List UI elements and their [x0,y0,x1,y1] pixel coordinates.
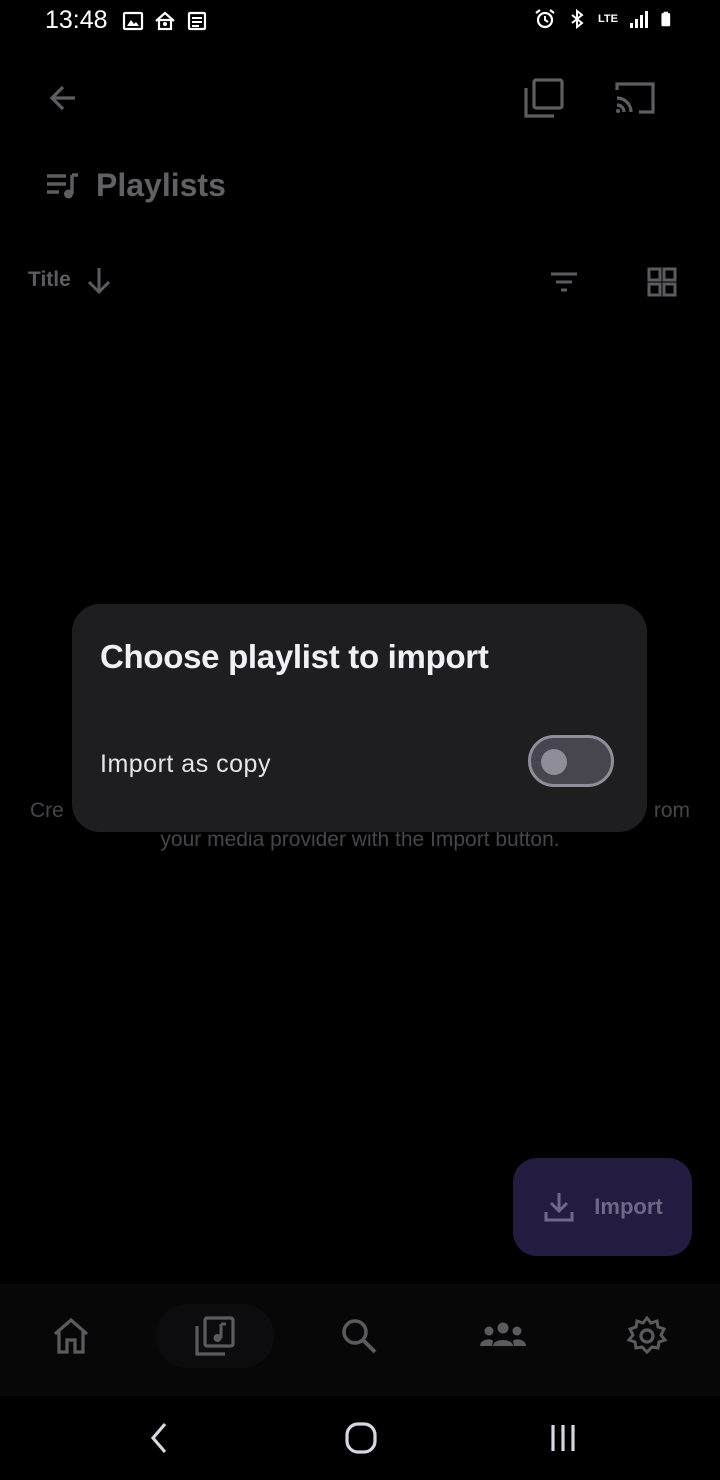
nav-home[interactable] [12,1304,130,1368]
nav-library[interactable] [156,1304,274,1368]
copy-button[interactable] [516,70,572,126]
filter-button[interactable] [546,264,582,305]
empty-state-line1-left: Cre [30,799,64,822]
arrow-back-icon [49,85,75,111]
status-bar: 13:48 LTE [0,0,720,42]
battery-icon [661,11,671,27]
download-icon [544,1193,574,1222]
cast-button[interactable] [607,70,663,126]
import-as-copy-label: Import as copy [100,750,271,778]
chevron-left-icon [150,1422,167,1454]
alarm-icon [535,9,555,29]
status-right-icons: LTE [534,8,676,30]
nav-settings[interactable] [588,1304,706,1368]
back-button[interactable] [35,70,91,126]
lte-icon: LTE [598,12,618,25]
system-home-button[interactable] [331,1414,391,1462]
arrow-down-icon[interactable] [84,264,114,298]
signal-icon [630,11,648,28]
filter-icon [551,272,577,292]
import-dialog: Choose playlist to import Import as copy [72,604,647,832]
section-header: Playlists [44,160,226,210]
view-toggle-button[interactable] [644,264,680,305]
home-icon [53,1317,89,1354]
news-icon [187,11,207,31]
home-sensor-icon [155,11,175,31]
app-bar [0,60,720,140]
bottom-nav [0,1284,720,1396]
import-button[interactable]: Import [513,1158,692,1256]
playlist-icon [47,173,78,199]
empty-state-line1-right: rom [653,799,690,822]
gear-icon [626,1315,668,1355]
status-time: 13:48 [45,6,108,34]
status-left-icons [122,10,208,32]
cast-icon [615,82,655,114]
recents-icon [551,1425,575,1451]
grid-view-icon [647,267,677,297]
toggle-knob [541,749,567,775]
sort-button[interactable]: Title [28,268,71,292]
home-circle-icon [345,1422,377,1454]
system-nav-bar [0,1396,720,1480]
search-icon [342,1319,377,1354]
import-as-copy-toggle[interactable] [528,735,614,787]
system-back-button[interactable] [130,1414,190,1462]
music-library-icon [195,1316,235,1356]
image-icon [122,11,144,31]
people-icon [480,1322,526,1346]
nav-search[interactable] [300,1304,418,1368]
nav-people[interactable] [444,1304,562,1368]
dialog-title: Choose playlist to import [100,638,489,675]
sort-row: Title [28,260,688,304]
import-button-label: Import [594,1194,663,1219]
page-title: Playlists [96,166,226,203]
bluetooth-icon [571,8,584,30]
system-recents-button[interactable] [533,1414,593,1462]
copy-icon [524,78,564,118]
